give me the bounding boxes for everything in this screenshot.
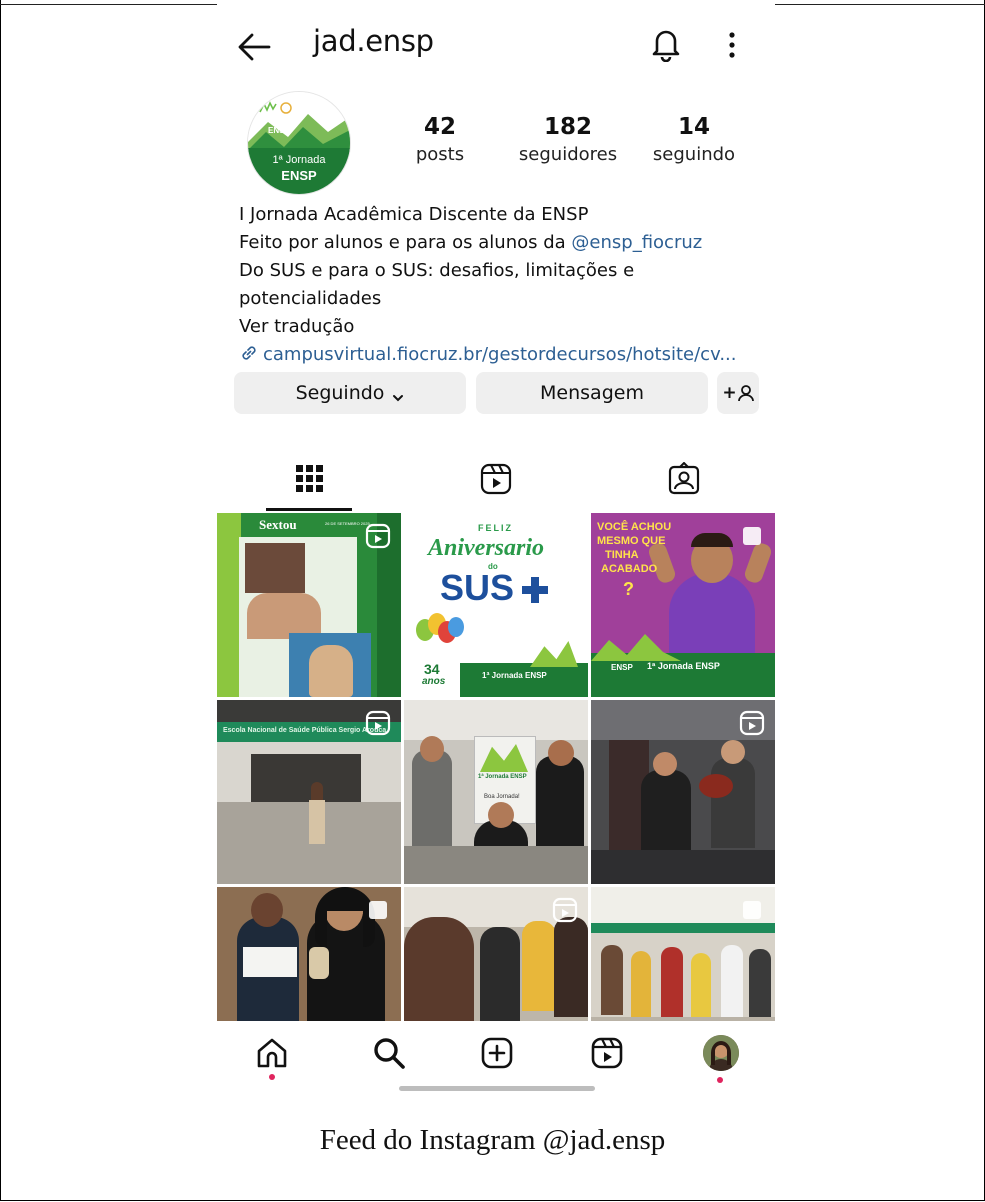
- reel-badge-icon: [739, 710, 765, 736]
- post-3-line-2: MESMO QUE: [597, 535, 666, 547]
- bio-line-3: Do SUS e para o SUS: desafios, limitaçõe…: [239, 260, 635, 281]
- following-button-label: Seguindo: [295, 382, 385, 404]
- post-3-line-1: VOCÊ ACHOU: [597, 521, 672, 533]
- posts-grid: Sextou 26 DE SETEMBRO 2025 FELIZ Anivers…: [217, 513, 775, 1021]
- post-3-line-5: ?: [623, 579, 634, 599]
- post-thumbnail-6[interactable]: [591, 700, 775, 884]
- home-indicator-bar[interactable]: [399, 1086, 595, 1091]
- post-1-title: Sextou: [259, 517, 297, 532]
- post-2-cross: [522, 577, 548, 603]
- stat-followers-count: 182: [543, 114, 592, 140]
- profile-username: jad.ensp: [313, 24, 434, 58]
- post-thumbnail-5[interactable]: 1ª Jornada ENSP Boa Jornada!: [404, 700, 588, 884]
- grid-tab-icon[interactable]: [293, 462, 327, 496]
- post-2-years-num: 34: [424, 661, 440, 677]
- avatar-jornada: 1ª Jornada: [272, 154, 326, 166]
- bio-line-1: I Jornada Acadêmica Discente da ENSP: [239, 204, 589, 225]
- bio-mention-link[interactable]: @ensp_fiocruz: [571, 232, 702, 253]
- top-border-right: [775, 4, 985, 5]
- post-1-subtitle: 26 DE SETEMBRO 2025: [325, 521, 370, 526]
- post-2-sus: SUS: [440, 567, 515, 608]
- profile-avatar[interactable]: ENSP 1ª Jornada ENSP: [248, 92, 350, 194]
- post-5-sub: Boa Jornada!: [484, 794, 520, 800]
- bio-line-4: potencialidades: [239, 288, 382, 309]
- reel-badge-icon: [552, 897, 578, 923]
- post-3-line-4: ACABADO: [601, 563, 658, 575]
- add-person-button[interactable]: +: [717, 372, 759, 414]
- post-thumbnail-4[interactable]: Escola Nacional de Saúde Pública Sergio …: [217, 700, 401, 884]
- post-2-feliz: FELIZ: [478, 523, 513, 533]
- following-button[interactable]: Seguindo: [234, 372, 466, 414]
- profile-avatar-nav[interactable]: [703, 1035, 739, 1071]
- stat-following[interactable]: 14 seguindo: [649, 114, 739, 165]
- post-3-footer: 1ª Jornada ENSP: [647, 661, 720, 671]
- bio-external-link-text: campusvirtual.fiocruz.br/gestordecursos/…: [263, 344, 737, 365]
- avatar-ensp-small: ENSP: [268, 126, 290, 135]
- profile-tabs: [217, 446, 775, 512]
- stat-posts[interactable]: 42 posts: [410, 114, 470, 165]
- post-2-aniversario: Aniversario: [428, 535, 545, 561]
- message-button[interactable]: Mensagem: [476, 372, 708, 414]
- carousel-badge-icon: [739, 523, 765, 549]
- stat-posts-label: posts: [415, 144, 465, 165]
- reel-badge-icon: [365, 710, 391, 736]
- post-thumbnail-9[interactable]: [591, 887, 775, 1021]
- link-icon: [239, 343, 259, 363]
- post-thumbnail-2[interactable]: FELIZ Aniversario do SUS 34 anos 1ª Jorn…: [404, 513, 588, 697]
- search-icon[interactable]: [371, 1035, 407, 1071]
- stat-followers[interactable]: 182 seguidores: [513, 114, 623, 165]
- figure-caption: Feed do Instagram @jad.ensp: [319, 1124, 666, 1156]
- reels-nav-icon[interactable]: [589, 1035, 625, 1071]
- post-thumbnail-7[interactable]: [217, 887, 401, 1021]
- more-options-icon[interactable]: [722, 28, 742, 62]
- reels-tab-icon[interactable]: [479, 462, 513, 496]
- add-person-plus: +: [722, 383, 737, 403]
- avatar-ensp: ENSP: [281, 168, 317, 183]
- bio-line-2-text: Feito por alunos e para os alunos da: [239, 232, 572, 253]
- bio-line-2: Feito por alunos e para os alunos da @en…: [239, 229, 769, 257]
- post-3-line-3: TINHA: [605, 549, 639, 561]
- message-button-label: Mensagem: [540, 382, 644, 404]
- home-notification-dot: [269, 1074, 275, 1080]
- post-5-sign: 1ª Jornada ENSP: [478, 774, 527, 780]
- stat-following-label: seguindo: [652, 144, 736, 165]
- stat-following-count: 14: [677, 114, 710, 140]
- carousel-badge-icon: [739, 897, 765, 923]
- carousel-badge-icon: [365, 897, 391, 923]
- back-arrow-icon[interactable]: [237, 32, 271, 62]
- post-2-footer: 1ª Jornada ENSP: [482, 671, 547, 680]
- create-post-icon[interactable]: [479, 1035, 515, 1071]
- profile-bio: I Jornada Acadêmica Discente da ENSP Fei…: [239, 201, 769, 369]
- person-icon: [737, 385, 754, 402]
- profile-notification-dot: [717, 1077, 723, 1083]
- post-3-footer-left: ENSP: [611, 663, 633, 672]
- stat-posts-count: 42: [423, 114, 456, 140]
- post-thumbnail-8[interactable]: [404, 887, 588, 1021]
- post-4-banner: Escola Nacional de Saúde Pública Sergio …: [223, 727, 387, 734]
- bio-external-link[interactable]: campusvirtual.fiocruz.br/gestordecursos/…: [239, 341, 769, 369]
- bell-icon[interactable]: [649, 26, 683, 63]
- top-border-left: [0, 4, 217, 5]
- phone-screen: jad.ensp ENSP 1ª Jornada ENSP 42 posts 1…: [217, 6, 775, 1096]
- stat-followers-label: seguidores: [518, 144, 618, 165]
- home-icon[interactable]: [254, 1035, 290, 1071]
- reel-badge-icon: [365, 523, 391, 549]
- chevron-down-icon: [392, 387, 404, 402]
- post-2-years-word: anos: [422, 676, 446, 687]
- bottom-navigation: [217, 1021, 775, 1096]
- active-tab-indicator: [266, 508, 352, 511]
- tagged-tab-icon[interactable]: [667, 461, 701, 496]
- see-translation-link[interactable]: Ver tradução: [239, 313, 769, 341]
- post-thumbnail-3[interactable]: VOCÊ ACHOU MESMO QUE TINHA ACABADO ? ENS…: [591, 513, 775, 697]
- post-thumbnail-1[interactable]: Sextou 26 DE SETEMBRO 2025: [217, 513, 401, 697]
